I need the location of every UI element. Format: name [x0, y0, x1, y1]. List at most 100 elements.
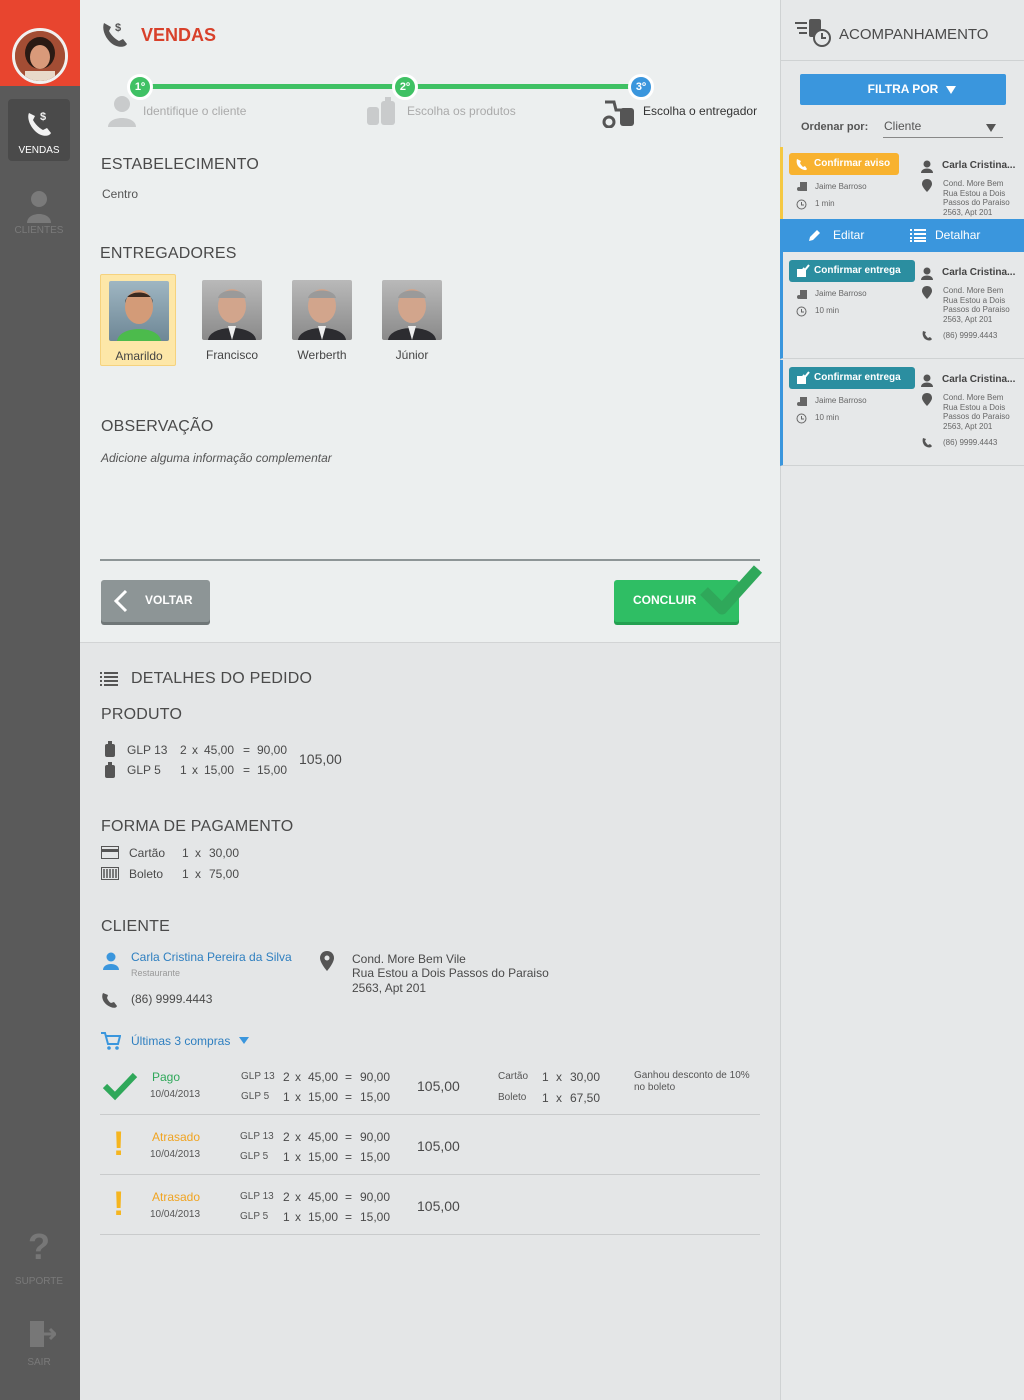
purchase-payment-qty: 1 — [542, 1070, 549, 1084]
barcode-icon — [101, 867, 119, 880]
product-times: x — [192, 763, 198, 777]
gas-cylinder-icon — [105, 741, 115, 757]
purchase-product-total: 90,00 — [360, 1130, 391, 1144]
client-address-line3: 2563, Apt 201 — [352, 981, 427, 995]
client-icon — [108, 96, 136, 127]
card-deliverer: Jaime Barroso — [815, 289, 867, 298]
purchase-product-price: 15,00 — [308, 1150, 339, 1164]
chevron-down-icon[interactable] — [239, 1037, 249, 1044]
purchase-product-times: x — [295, 1070, 301, 1084]
avatar[interactable] — [12, 28, 68, 84]
panel-header-divider — [780, 60, 1024, 61]
deliverer-name: Júnior — [395, 348, 429, 362]
card-address-line: Rua Estou a Dois — [943, 295, 1006, 305]
observacao-input[interactable]: Adicione alguma informação complementar — [101, 451, 332, 465]
purchase-payment-value: 30,00 — [570, 1070, 601, 1084]
purchase-payment-times: x — [556, 1091, 562, 1105]
purchase-payment-name: Boleto — [498, 1092, 527, 1103]
sidebar-item-label: CLIENTES — [14, 225, 64, 236]
product-name: GLP 5 — [127, 763, 161, 777]
clock-icon — [796, 413, 807, 424]
sidebar-item-vendas[interactable]: $ VENDAS — [8, 99, 70, 161]
last-purchases-toggle[interactable]: Últimas 3 compras — [131, 1034, 230, 1048]
edit-button[interactable]: Editar — [808, 227, 888, 245]
finish-button-label: CONCLUIR — [633, 593, 697, 607]
phone-dollar-icon: $ — [103, 22, 127, 47]
product-equals: = — [243, 743, 251, 757]
panel-title: ACOMPANHAMENTO — [839, 26, 989, 43]
estabelecimento-value[interactable]: Centro — [102, 187, 138, 201]
payment-value: 30,00 — [209, 846, 240, 860]
purchase-product-price: 45,00 — [308, 1130, 339, 1144]
step-3-label[interactable]: Escolha o entregador — [643, 104, 757, 118]
card-client: Carla Cristina... — [942, 267, 1016, 278]
client-address-line2: Rua Estou a Dois Passos do Paraiso — [352, 966, 549, 980]
card-address-line: 2563, Apt 201 — [943, 207, 993, 217]
confirm-delivery-button[interactable]: Confirmar entrega — [789, 367, 915, 389]
deliverer-name: Amarildo — [115, 349, 163, 363]
purchase-product-price: 45,00 — [308, 1070, 339, 1084]
purchase-product-equals: = — [345, 1150, 353, 1164]
sidebar-item-suporte[interactable]: ? SUPORTE — [8, 1226, 70, 1292]
product-qty: 2 — [180, 743, 187, 757]
purchase-date: 10/04/2013 — [150, 1209, 201, 1220]
sort-select-value: Cliente — [884, 119, 922, 133]
tag-label: Confirmar aviso — [814, 158, 891, 169]
client-user-icon — [921, 160, 933, 173]
client-name-link[interactable]: Carla Cristina Pereira da Silva — [131, 950, 292, 964]
phone-icon — [922, 438, 932, 448]
filter-button[interactable]: FILTRA POR — [800, 74, 1006, 105]
warning-icon: ! — [113, 1125, 125, 1163]
estabelecimento-heading: ESTABELECIMENTO — [101, 156, 259, 173]
stepper-line — [140, 84, 640, 89]
sidebar-item-sair[interactable]: SAIR — [8, 1315, 70, 1377]
detail-button[interactable]: Detalhar — [910, 227, 1000, 245]
back-button[interactable]: VOLTAR — [101, 580, 210, 622]
exit-door-icon — [30, 1321, 56, 1347]
step-2-label[interactable]: Escolha os produtos — [407, 104, 516, 118]
confirm-delivery-button[interactable]: Confirmar entrega — [789, 260, 915, 282]
card-time: 1 min — [815, 199, 835, 208]
card-address: Cond. More Bem Rua Estou a Dois Passos d… — [943, 179, 1010, 217]
clock-icon — [796, 306, 807, 317]
product-times: x — [192, 743, 198, 757]
svg-text:$: $ — [40, 111, 46, 123]
step-1-label[interactable]: Identifique o cliente — [143, 104, 246, 118]
card-address-line: Passos do Paraiso — [943, 198, 1010, 207]
card-address-line: Rua Estou a Dois — [943, 188, 1006, 198]
purchase-product-name: GLP 5 — [240, 1211, 269, 1222]
avatar-face-icon — [15, 31, 65, 81]
purchase-product-qty: 1 — [283, 1150, 290, 1164]
sort-select[interactable]: Cliente — [883, 116, 1003, 138]
clock-icon — [796, 199, 807, 210]
list-icon — [910, 229, 926, 242]
card-address-line: 2563, Apt 201 — [943, 421, 993, 431]
produto-heading: PRODUTO — [101, 706, 183, 723]
deliverer-card-junior[interactable]: Júnior — [374, 274, 450, 366]
deliverer-card-amarildo[interactable]: Amarildo — [100, 274, 176, 366]
user-icon — [27, 191, 51, 223]
person-photo-icon — [298, 289, 346, 340]
delivery-check-icon — [797, 371, 810, 384]
sidebar-item-clientes[interactable]: CLIENTES — [8, 185, 70, 247]
entregadores-heading: ENTREGADORES — [100, 245, 237, 262]
card-address-line: Cond. More Bem — [943, 393, 1004, 402]
purchase-product-name: GLP 5 — [240, 1151, 269, 1162]
deliverer-card-francisco[interactable]: Francisco — [194, 274, 270, 366]
motorbike-icon — [797, 182, 807, 191]
product-qty: 1 — [180, 763, 187, 777]
purchase-product-equals: = — [345, 1190, 353, 1204]
client-type: Restaurante — [131, 968, 181, 978]
phone-dollar-icon: $ — [28, 111, 51, 136]
purchase-product-qty: 2 — [283, 1130, 290, 1144]
purchase-product-price: 15,00 — [308, 1090, 339, 1104]
purchase-sum: 105,00 — [417, 1138, 460, 1154]
phone-icon — [102, 993, 117, 1008]
purchase-product-times: x — [295, 1130, 301, 1144]
confirm-notice-button[interactable]: Confirmar aviso — [789, 153, 899, 175]
purchase-product-total: 15,00 — [360, 1210, 391, 1224]
deliverer-card-werberth[interactable]: Werberth — [284, 274, 360, 366]
purchase-row-divider — [100, 1234, 760, 1235]
payment-value: 75,00 — [209, 867, 240, 881]
tag-label: Confirmar entrega — [814, 265, 901, 276]
